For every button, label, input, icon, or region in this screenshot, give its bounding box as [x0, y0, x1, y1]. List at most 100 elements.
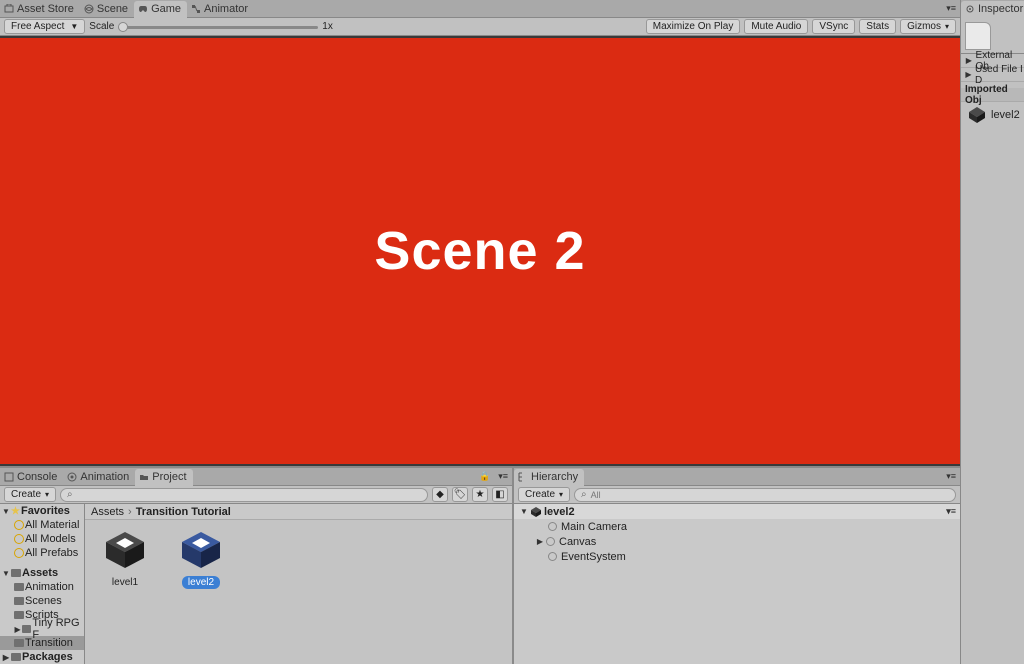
tab-project[interactable]: Project — [135, 469, 192, 486]
tab-label: Scene — [97, 3, 128, 15]
gizmos-dropdown[interactable]: Gizmos▾ — [900, 19, 956, 34]
stats-toggle[interactable]: Stats — [859, 19, 896, 34]
hierarchy-icon — [518, 472, 528, 482]
expand-icon: ▶ — [14, 625, 21, 634]
search-icon: ⌕ — [581, 489, 587, 500]
aspect-dropdown[interactable]: Free Aspect ▼ — [4, 19, 85, 34]
project-icon — [139, 472, 149, 482]
imported-object[interactable]: level2 — [961, 102, 1024, 128]
hierarchy-item[interactable]: EventSystem — [514, 549, 960, 564]
favorite-item[interactable]: All Material — [0, 518, 84, 532]
tab-scene[interactable]: Scene — [80, 1, 134, 18]
filter-by-type-button[interactable]: ◆ — [432, 487, 448, 502]
favorite-item[interactable]: All Models — [0, 532, 84, 546]
tab-label: Asset Store — [17, 3, 74, 15]
tree-folder[interactable]: Scenes — [0, 594, 84, 608]
star-icon: ★ — [11, 506, 20, 517]
assets-header[interactable]: ▼ Assets — [0, 566, 84, 580]
tab-asset-store[interactable]: Asset Store — [0, 1, 80, 18]
folder-icon — [11, 653, 21, 661]
maximize-toggle[interactable]: Maximize On Play — [646, 19, 741, 34]
eye-icon: ◧ — [495, 489, 504, 500]
chevron-down-icon: ▼ — [70, 22, 78, 31]
breadcrumb: Assets › Transition Tutorial — [85, 504, 512, 520]
crumb-current[interactable]: Transition Tutorial — [136, 506, 231, 518]
tab-hierarchy[interactable]: Hierarchy — [514, 469, 584, 486]
game-view: Scene 2 — [0, 36, 960, 466]
folder-icon — [14, 639, 24, 647]
inspector-tabs: Inspector — [961, 0, 1024, 18]
asset-item-selected[interactable]: level2 — [173, 530, 229, 589]
panel-menu-icon[interactable]: ▾≡ — [942, 3, 960, 14]
tab-animator[interactable]: Animator — [187, 1, 254, 18]
unity-scene-icon — [178, 530, 224, 570]
project-search[interactable]: ⌕ — [60, 488, 428, 502]
object-name: level2 — [991, 109, 1020, 121]
vsync-toggle[interactable]: VSync — [812, 19, 855, 34]
tab-inspector[interactable]: Inspector — [961, 1, 1024, 18]
tab-animation[interactable]: Animation — [63, 469, 135, 486]
favorite-filter-button[interactable]: ★ — [472, 487, 488, 502]
mute-toggle[interactable]: Mute Audio — [744, 19, 808, 34]
search-filter-icon — [14, 534, 24, 544]
project-toolbar: Create▾ ⌕ ◆ 🏷 ★ ◧ — [0, 486, 512, 504]
favorites-header[interactable]: ▼ ★ Favorites — [0, 504, 84, 518]
game-toolbar: Free Aspect ▼ Scale 1x Maximize On Play … — [0, 18, 960, 36]
asset-label: level1 — [106, 576, 144, 589]
folder-icon — [14, 583, 24, 591]
scene-menu-icon[interactable]: ▾≡ — [942, 506, 960, 517]
imported-header: Imported Obj — [961, 88, 1024, 102]
filter-by-label-button[interactable]: 🏷 — [452, 487, 468, 502]
expand-icon: ▶ — [536, 537, 544, 546]
game-icon — [138, 4, 148, 14]
gameobject-icon — [548, 552, 557, 561]
tree-folder[interactable]: ▶Tiny RPG F — [0, 622, 84, 636]
packages-header[interactable]: ▶ Packages — [0, 650, 84, 664]
asset-item[interactable]: level1 — [97, 530, 153, 589]
create-dropdown[interactable]: Create▾ — [4, 487, 56, 502]
filter-icon: ◆ — [436, 489, 444, 500]
crumb-root[interactable]: Assets — [91, 506, 124, 518]
scale-value: 1x — [322, 21, 333, 32]
tree-folder-selected[interactable]: Transition — [0, 636, 84, 650]
panel-lock-icon[interactable]: 🔒 — [475, 471, 494, 482]
expand-icon: ▼ — [2, 569, 10, 578]
folder-icon — [14, 597, 24, 605]
tree-folder[interactable]: Animation — [0, 580, 84, 594]
hierarchy-item[interactable]: ▶Canvas — [514, 534, 960, 549]
scale-slider[interactable] — [118, 20, 318, 34]
project-tree: ▼ ★ Favorites All Material All Models Al… — [0, 504, 85, 664]
panel-menu-icon[interactable]: ▾≡ — [942, 471, 960, 482]
animation-icon — [67, 472, 77, 482]
inspector-field[interactable]: ▶Used File I D — [961, 68, 1024, 82]
unity-scene-icon — [102, 530, 148, 570]
project-tabs: Console Animation Project 🔒 ▾≡ — [0, 468, 512, 486]
asset-label: level2 — [182, 576, 220, 589]
console-icon — [4, 472, 14, 482]
panel-menu-icon[interactable]: ▾≡ — [494, 471, 512, 482]
search-filter-icon — [14, 548, 24, 558]
hidden-packages-button[interactable]: ◧ — [492, 487, 508, 502]
hierarchy-tabs: Hierarchy ▾≡ — [514, 468, 960, 486]
expand-icon: ▶ — [2, 653, 10, 662]
aspect-label: Free Aspect — [11, 21, 64, 32]
expand-icon: ▶ — [965, 56, 973, 65]
scene-canvas: Scene 2 — [0, 38, 960, 464]
tab-console[interactable]: Console — [0, 469, 63, 486]
hierarchy-item[interactable]: Main Camera — [514, 519, 960, 534]
view-tabs: Asset Store Scene Game Animator — [0, 0, 960, 18]
file-icon — [965, 22, 991, 50]
expand-icon: ▼ — [520, 507, 528, 516]
asset-grid: level1 level2 — [85, 520, 512, 664]
create-dropdown[interactable]: Create▾ — [518, 487, 570, 502]
folder-icon — [14, 611, 24, 619]
unity-scene-icon — [967, 106, 987, 124]
tab-game[interactable]: Game — [134, 1, 187, 18]
search-tag: All — [591, 490, 601, 500]
favorite-item[interactable]: All Prefabs — [0, 546, 84, 560]
search-filter-icon — [14, 520, 24, 530]
hierarchy-scene-root[interactable]: ▼ level2 ▾≡ — [514, 504, 960, 519]
hierarchy-search[interactable]: ⌕ All — [574, 488, 956, 502]
expand-icon: ▶ — [965, 70, 972, 79]
scene-name: level2 — [544, 506, 575, 518]
